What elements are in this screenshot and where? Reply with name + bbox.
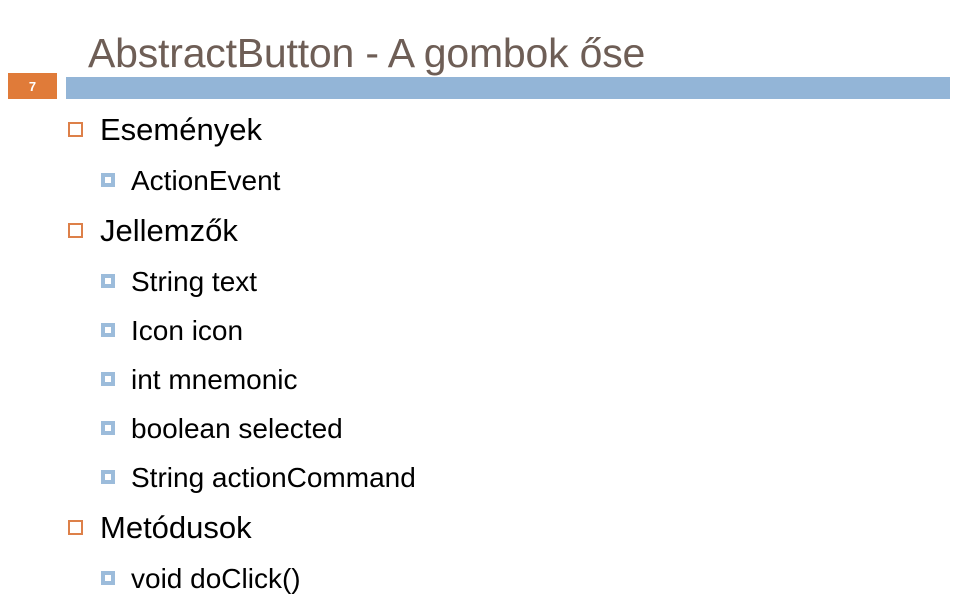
blue-square-bullet-icon: [101, 323, 115, 337]
hollow-orange-square-bullet-icon: [68, 122, 83, 137]
blue-square-bullet-icon: [101, 372, 115, 386]
blue-square-bullet-icon: [101, 470, 115, 484]
header-accent-bar: [66, 77, 950, 99]
slide-number-badge: 7: [8, 73, 57, 99]
list-item-label: int mnemonic: [131, 364, 298, 395]
list-item-label: ActionEvent: [131, 165, 281, 196]
list-item-label: Icon icon: [131, 315, 244, 346]
list-item: Jellemzők: [0, 209, 960, 261]
blue-square-bullet-icon: [101, 421, 115, 435]
blue-square-bullet-icon: [101, 173, 115, 187]
blue-square-bullet-icon: [101, 274, 115, 288]
blue-square-bullet-icon: [101, 571, 115, 585]
list-item-label: String text: [131, 266, 258, 297]
hollow-orange-square-bullet-icon: [68, 223, 83, 238]
list-item: Események: [0, 108, 960, 160]
list-item-label: boolean selected: [131, 413, 343, 444]
list-item: Icon icon: [0, 310, 960, 359]
bullet-list: Események ActionEvent Jellemzők String t…: [0, 108, 960, 607]
list-item: int mnemonic: [0, 359, 960, 408]
list-item-label: Metódusok: [100, 510, 252, 545]
list-item-label: void doClick(): [131, 563, 301, 594]
list-item-label: Jellemzők: [100, 213, 238, 248]
hollow-orange-square-bullet-icon: [68, 520, 83, 535]
slide-title: AbstractButton - A gombok őse: [88, 30, 646, 77]
list-item: boolean selected: [0, 408, 960, 457]
list-item: ActionEvent: [0, 160, 960, 209]
presentation-slide: AbstractButton - A gombok őse 7 Eseménye…: [0, 0, 960, 615]
list-item: Metódusok: [0, 506, 960, 558]
list-item: String text: [0, 261, 960, 310]
list-item: String actionCommand: [0, 457, 960, 506]
list-item: void doClick(): [0, 558, 960, 607]
list-item-label: Események: [100, 112, 262, 147]
list-item-label: String actionCommand: [131, 462, 416, 493]
